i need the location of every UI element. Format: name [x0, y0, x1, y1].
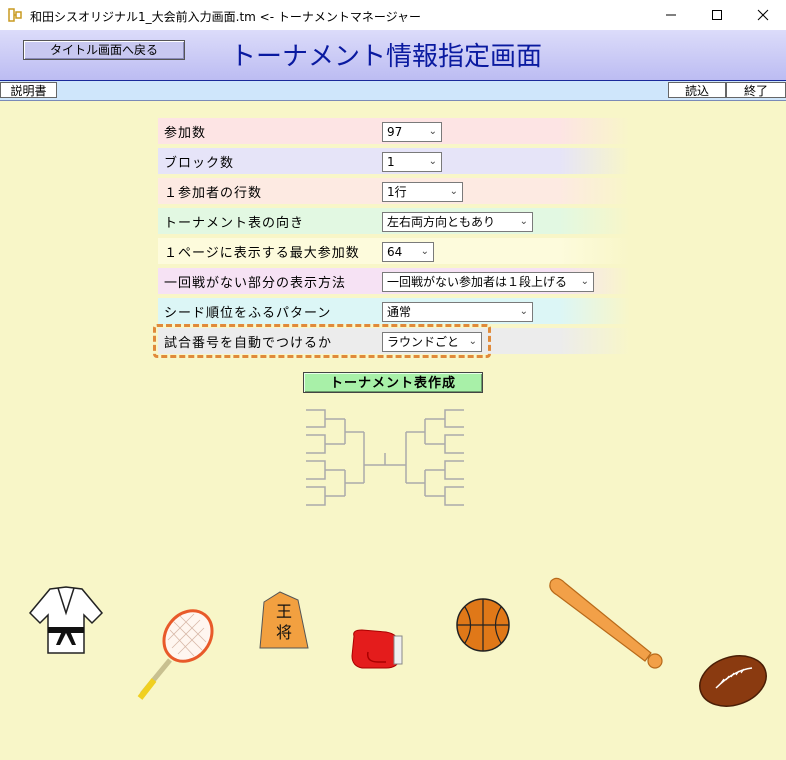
chevron-down-icon: ⌄	[428, 156, 437, 167]
participant-count-select[interactable]: 97 ⌄	[382, 122, 442, 142]
bracket-direction-select[interactable]: 左右両方向ともあり ⌄	[382, 212, 533, 232]
maximize-button[interactable]	[694, 0, 740, 30]
seed-pattern-value: 通常	[387, 305, 412, 319]
close-button[interactable]	[740, 0, 786, 30]
participant-count-value: 97	[387, 125, 403, 139]
max-per-page-select[interactable]: 64 ⌄	[382, 242, 434, 262]
close-icon	[757, 9, 769, 21]
window-titlebar: 和田シスオリジナル1_大会前入力画面.tm <- トーナメントマネージャー	[0, 0, 786, 31]
first-round-display-value: 一回戦がない参加者は１段上げる	[387, 275, 568, 289]
bracket-direction-label: トーナメント表の向き	[164, 216, 305, 231]
baseball-bat-icon	[549, 577, 663, 669]
menu-bar: 説明書 読込 終了	[0, 80, 786, 101]
row-block-count: ブロック数 1 ⌄	[158, 148, 630, 174]
row-first-round-display: 一回戦がない部分の表示方法 一回戦がない参加者は１段上げる ⌄	[158, 268, 630, 294]
tennis-racket-icon	[137, 609, 214, 700]
window-title: 和田シスオリジナル1_大会前入力画面.tm <- トーナメントマネージャー	[30, 10, 422, 24]
row-participant-count: 参加数 97 ⌄	[158, 118, 630, 144]
first-round-display-select[interactable]: 一回戦がない参加者は１段上げる ⌄	[382, 272, 594, 292]
row-lines-per-participant: １参加者の行数 1行 ⌄	[158, 178, 630, 204]
chevron-down-icon: ⌄	[519, 216, 528, 227]
load-button[interactable]: 読込	[668, 82, 726, 98]
maximize-icon	[712, 10, 722, 20]
manual-button[interactable]: 説明書	[0, 82, 57, 98]
minimize-button[interactable]	[648, 0, 694, 30]
block-count-select[interactable]: 1 ⌄	[382, 152, 442, 172]
create-tournament-button[interactable]: トーナメント表作成	[303, 372, 483, 393]
page-title: トーナメント情報指定画面	[230, 42, 543, 72]
bracket-illustration	[306, 409, 464, 506]
boxing-glove-icon	[351, 629, 403, 669]
rugby-ball-icon	[699, 655, 767, 707]
row-seed-pattern: シード順位をふるパターン 通常 ⌄	[158, 298, 630, 324]
first-round-display-label: 一回戦がない部分の表示方法	[164, 276, 347, 291]
block-count-value: 1	[387, 155, 395, 169]
max-per-page-label: １ページに表示する最大参加数	[164, 246, 360, 261]
row-max-per-page: １ページに表示する最大参加数 64 ⌄	[158, 238, 630, 264]
minimize-icon	[666, 14, 676, 16]
back-to-title-button[interactable]: タイトル画面へ戻る	[23, 40, 185, 60]
block-count-label: ブロック数	[164, 156, 235, 171]
lines-per-participant-label: １参加者の行数	[164, 186, 263, 201]
quit-button[interactable]: 終了	[726, 82, 786, 98]
focus-highlight-box	[153, 324, 491, 358]
chevron-down-icon: ⌄	[449, 186, 458, 197]
judo-gi-icon	[28, 586, 104, 654]
max-per-page-value: 64	[387, 245, 403, 259]
chevron-down-icon: ⌄	[580, 276, 589, 287]
chevron-down-icon: ⌄	[428, 126, 437, 137]
participant-count-label: 参加数	[164, 126, 207, 141]
lines-per-participant-value: 1行	[387, 185, 407, 199]
shogi-text-1: 王	[276, 602, 292, 621]
chevron-down-icon: ⌄	[420, 246, 429, 257]
shogi-king-piece-icon: 王 将	[259, 591, 309, 649]
row-bracket-direction: トーナメント表の向き 左右両方向ともあり ⌄	[158, 208, 630, 234]
seed-pattern-select[interactable]: 通常 ⌄	[382, 302, 533, 322]
bracket-direction-value: 左右両方向ともあり	[387, 215, 496, 229]
lines-per-participant-select[interactable]: 1行 ⌄	[382, 182, 463, 202]
basketball-icon	[456, 598, 510, 652]
app-icon	[8, 8, 22, 22]
chevron-down-icon: ⌄	[519, 306, 528, 317]
shogi-text-2: 将	[276, 623, 292, 642]
seed-pattern-label: シード順位をふるパターン	[164, 306, 332, 321]
header-banner: タイトル画面へ戻る トーナメント情報指定画面	[0, 30, 786, 80]
